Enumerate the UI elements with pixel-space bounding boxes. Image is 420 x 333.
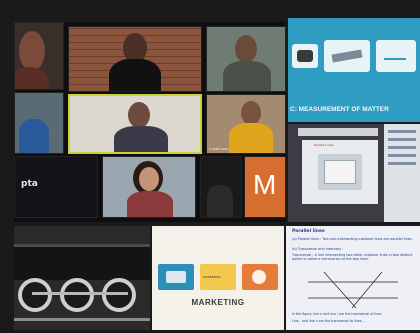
locomotive-wheel (60, 278, 94, 312)
participant-initial: M (253, 169, 277, 200)
locomotive-wheel (102, 278, 136, 312)
slide-doc-title: Paralled lines (314, 143, 334, 147)
participant-face (139, 167, 159, 191)
marketing-card: MARKETING (200, 264, 236, 290)
participant-name-label: pta (21, 179, 38, 189)
slide-line: Line - and line n are the transversal to… (292, 319, 365, 323)
slide-title: MARKETING (191, 298, 245, 307)
participant-tile[interactable] (200, 156, 242, 218)
video-meeting-panel: T. Nidhi Sahil pta M (14, 22, 286, 222)
slide-doc-image (318, 154, 362, 190)
participant-tile[interactable] (206, 26, 286, 92)
laptop-screen: Paralled lines (288, 124, 420, 222)
participant-body (207, 185, 233, 217)
participant-body (223, 61, 271, 91)
participant-face (19, 31, 45, 71)
participant-tile[interactable]: pta (14, 156, 98, 218)
slide-line: (b) Transversal and intercept : (292, 247, 344, 251)
side-panel (384, 124, 420, 222)
screen-toolbar (298, 128, 378, 136)
parallel-lines-figure (308, 271, 398, 309)
participant-tile[interactable] (68, 26, 202, 92)
participant-tile[interactable] (14, 92, 64, 154)
slide-heading: C: MEASUREMENT OF MATTER (290, 106, 389, 113)
slide-line: (a) Parallel lines : Two non-intersectin… (292, 237, 413, 241)
participant-body (109, 59, 161, 91)
locomotive-body (14, 244, 150, 280)
participant-face (235, 35, 257, 63)
participant-body (114, 126, 168, 152)
participant-tile[interactable] (102, 156, 196, 218)
transversal-line (351, 271, 383, 309)
locomotive-photo (14, 226, 150, 330)
participant-body (127, 191, 173, 217)
slide-parallel-lines: Parallel lines (a) Parallel lines : Two … (286, 226, 420, 330)
marketing-card (158, 264, 194, 290)
locomotive-rod (32, 292, 128, 295)
participant-shoulder (15, 67, 49, 89)
slide-image-ruler (324, 40, 370, 72)
participant-name: T. Nidhi Sahil (209, 147, 229, 151)
marketing-card (242, 264, 278, 290)
slide-measurement: C: MEASUREMENT OF MATTER (288, 18, 420, 122)
rail (14, 318, 150, 321)
slide-image-chart (376, 40, 416, 72)
transversal-line (323, 271, 357, 309)
participant-face (128, 102, 150, 128)
participant-tile[interactable]: T. Nidhi Sahil (206, 94, 286, 154)
participant-body (19, 119, 49, 153)
participant-tile[interactable] (14, 22, 64, 90)
slide-line: In the figure, line n and line l are the… (292, 312, 382, 316)
slide-line: Transversal : A line intersecting two ot… (292, 253, 413, 262)
participant-body (229, 123, 273, 153)
participant-tile-active[interactable] (68, 94, 202, 154)
slide-document: Paralled lines (302, 140, 378, 204)
participant-tile[interactable]: M (244, 156, 286, 218)
slide-image-dark-object (292, 44, 318, 68)
locomotive-wheel (18, 278, 52, 312)
slide-marketing: MARKETING MARKETING (152, 226, 284, 330)
slide-title: Parallel lines (292, 229, 325, 234)
participant-face (241, 101, 261, 125)
